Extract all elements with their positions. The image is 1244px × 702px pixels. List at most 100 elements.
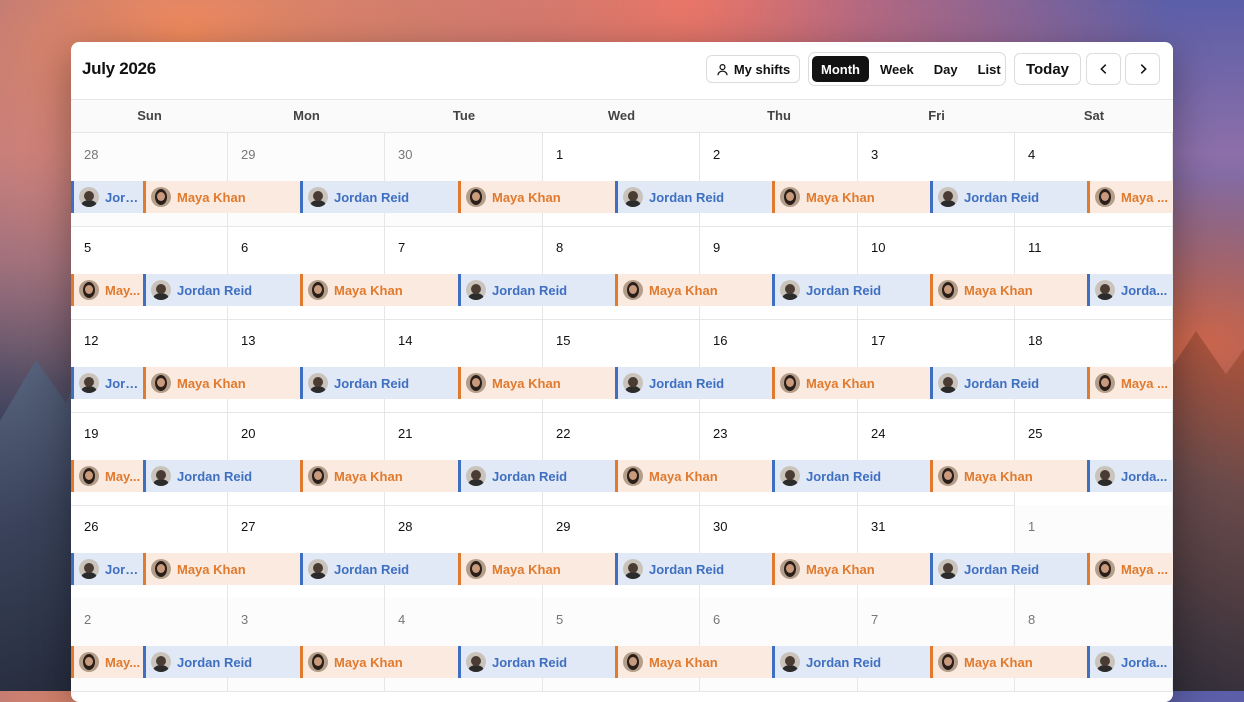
shift-event-jordan-reid[interactable]: Jordan Reid	[930, 367, 1087, 399]
shift-event-jordan-reid[interactable]: Jorda...	[1087, 274, 1173, 306]
shift-event-maya-khan[interactable]: Maya Khan	[930, 460, 1087, 492]
shift-event-maya-khan[interactable]: Maya Khan	[143, 367, 300, 399]
view-month-tab[interactable]: Month	[812, 56, 869, 82]
shift-assignee-name: Maya Khan	[492, 561, 561, 577]
shift-assignee-name: Jordan Reid	[806, 282, 882, 298]
shift-assignee-name: Maya Khan	[806, 375, 875, 391]
shift-event-maya-khan[interactable]: Maya ...	[1087, 367, 1173, 399]
day-number: 3	[871, 147, 879, 162]
shift-event-jordan-reid[interactable]: Jordan Reid	[458, 460, 615, 492]
shift-event-maya-khan[interactable]: Maya Khan	[458, 553, 615, 585]
shift-event-maya-khan[interactable]: Maya Khan	[772, 367, 930, 399]
shift-event-jordan-reid[interactable]: Jordan Reid	[930, 553, 1087, 585]
shift-assignee-name: Maya ...	[1121, 561, 1168, 577]
shift-assignee-name: Jordan Reid	[177, 654, 253, 670]
shift-event-jordan-reid[interactable]: Jordan Reid	[300, 367, 458, 399]
day-number: 2	[713, 147, 721, 162]
shift-event-jordan-reid[interactable]: Jordan Reid	[458, 274, 615, 306]
shift-event-jordan-reid[interactable]: Jordan Reid	[300, 181, 458, 213]
avatar	[1095, 559, 1115, 579]
shift-assignee-name: Jord...	[105, 375, 143, 391]
shift-event-jordan-reid[interactable]: Jordan Reid	[772, 274, 930, 306]
day-number: 6	[713, 612, 721, 627]
avatar	[151, 280, 171, 300]
shift-event-jordan-reid[interactable]: Jorda...	[1087, 460, 1173, 492]
shift-event-maya-khan[interactable]: Maya Khan	[143, 181, 300, 213]
shift-event-maya-khan[interactable]: Maya Khan	[458, 181, 615, 213]
avatar	[623, 373, 643, 393]
shift-event-jordan-reid[interactable]: Jordan Reid	[615, 553, 772, 585]
shift-event-maya-khan[interactable]: Maya Khan	[772, 553, 930, 585]
week-row: 5 6 7 8 9 10 11 May... Jordan Reid Maya Khan Jorda…	[71, 226, 1173, 320]
day-number: 18	[1028, 333, 1043, 348]
shift-event-maya-khan[interactable]: Maya Khan	[615, 460, 772, 492]
weekday-label: Wed	[607, 108, 636, 123]
shift-event-jordan-reid[interactable]: Jorda...	[1087, 646, 1173, 678]
avatar	[1095, 187, 1115, 207]
shift-event-jordan-reid[interactable]: Jordan Reid	[615, 181, 772, 213]
day-number: 8	[1028, 612, 1036, 627]
shift-event-jordan-reid[interactable]: Jordan Reid	[300, 553, 458, 585]
shift-event-maya-khan[interactable]: Maya Khan	[300, 274, 458, 306]
shift-assignee-name: Jordan Reid	[334, 561, 410, 577]
view-week-tab[interactable]: Week	[871, 56, 923, 82]
my-shifts-button[interactable]: My shifts	[706, 55, 800, 83]
avatar	[79, 652, 99, 672]
shift-event-maya-khan[interactable]: Maya Khan	[300, 460, 458, 492]
week-row: 26 27 28 29 30 31 1 Jord... Maya Khan Jordan Reid…	[71, 505, 1173, 599]
shift-event-jordan-reid[interactable]: Jord...	[71, 367, 143, 399]
avatar	[79, 280, 99, 300]
day-number: 4	[1028, 147, 1036, 162]
avatar	[938, 280, 958, 300]
shift-event-jordan-reid[interactable]: Jord...	[71, 181, 143, 213]
avatar	[623, 187, 643, 207]
shift-event-maya-khan[interactable]: Maya ...	[1087, 553, 1173, 585]
shift-event-jordan-reid[interactable]: Jord...	[71, 553, 143, 585]
shift-event-jordan-reid[interactable]: Jordan Reid	[772, 646, 930, 678]
shift-event-jordan-reid[interactable]: Jordan Reid	[143, 460, 300, 492]
shift-event-maya-khan[interactable]: May...	[71, 460, 143, 492]
view-day-tab[interactable]: Day	[925, 56, 967, 82]
shift-assignee-name: Jordan Reid	[334, 375, 410, 391]
avatar	[938, 652, 958, 672]
day-number: 19	[84, 426, 99, 441]
shift-assignee-name: Maya Khan	[806, 189, 875, 205]
shift-event-jordan-reid[interactable]: Jordan Reid	[615, 367, 772, 399]
shift-event-maya-khan[interactable]: Maya ...	[1087, 181, 1173, 213]
shift-event-maya-khan[interactable]: May...	[71, 274, 143, 306]
shift-event-maya-khan[interactable]: Maya Khan	[300, 646, 458, 678]
avatar	[466, 280, 486, 300]
day-number: 29	[556, 519, 571, 534]
shift-event-jordan-reid[interactable]: Jordan Reid	[772, 460, 930, 492]
shift-event-maya-khan[interactable]: Maya Khan	[930, 274, 1087, 306]
avatar	[466, 652, 486, 672]
avatar	[780, 187, 800, 207]
shift-assignee-name: Maya Khan	[806, 561, 875, 577]
shift-assignee-name: May...	[105, 282, 141, 298]
shift-event-jordan-reid[interactable]: Jordan Reid	[143, 274, 300, 306]
today-button[interactable]: Today	[1014, 53, 1081, 85]
weekday-label: Fri	[928, 108, 945, 123]
day-number: 30	[713, 519, 728, 534]
shift-event-jordan-reid[interactable]: Jordan Reid	[458, 646, 615, 678]
day-number: 8	[556, 240, 564, 255]
previous-month-button[interactable]	[1086, 53, 1121, 85]
shift-event-maya-khan[interactable]: Maya Khan	[458, 367, 615, 399]
shift-event-maya-khan[interactable]: Maya Khan	[615, 646, 772, 678]
shift-event-jordan-reid[interactable]: Jordan Reid	[930, 181, 1087, 213]
day-number: 5	[84, 240, 92, 255]
shift-event-jordan-reid[interactable]: Jordan Reid	[143, 646, 300, 678]
shift-event-maya-khan[interactable]: Maya Khan	[615, 274, 772, 306]
shift-event-maya-khan[interactable]: Maya Khan	[143, 553, 300, 585]
avatar	[151, 466, 171, 486]
shift-assignee-name: Jordan Reid	[177, 468, 253, 484]
shift-event-maya-khan[interactable]: Maya Khan	[930, 646, 1087, 678]
day-number: 9	[713, 240, 721, 255]
shift-event-maya-khan[interactable]: Maya Khan	[772, 181, 930, 213]
avatar	[79, 373, 99, 393]
next-month-button[interactable]	[1125, 53, 1160, 85]
shift-event-maya-khan[interactable]: May...	[71, 646, 143, 678]
view-switcher: Month Week Day List	[808, 52, 1006, 86]
view-list-tab[interactable]: List	[969, 56, 1010, 82]
day-number: 27	[241, 519, 256, 534]
